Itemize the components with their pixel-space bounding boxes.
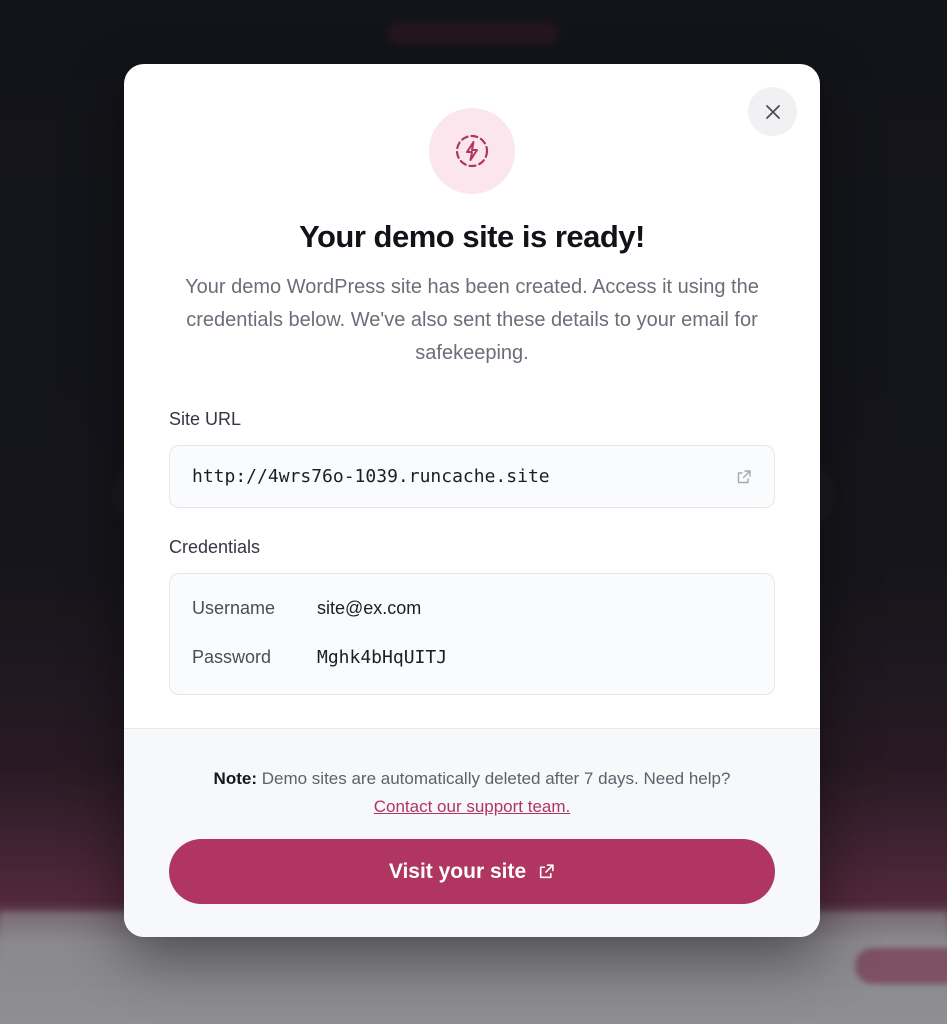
- site-url-value[interactable]: http://4wrs76o-1039.runcache.site: [192, 466, 550, 487]
- site-url-field[interactable]: http://4wrs76o-1039.runcache.site: [169, 445, 775, 508]
- site-url-label: Site URL: [169, 409, 242, 429]
- credentials-panel: Username site@ex.com Password Mghk4bHqUI…: [169, 573, 775, 695]
- lightning-icon: [455, 134, 489, 168]
- password-label: Password: [192, 647, 272, 667]
- note-text: Demo sites are automatically deleted aft…: [257, 769, 731, 788]
- dialog-description: Your demo WordPress site has been create…: [185, 276, 759, 364]
- credentials-label: Credentials: [169, 537, 261, 557]
- credential-row-username: Username site@ex.com: [192, 598, 421, 619]
- status-badge: [429, 108, 515, 194]
- note-prefix: Note:: [213, 769, 257, 788]
- visit-site-label: Visit your site: [388, 859, 527, 883]
- credential-row-password: Password Mghk4bHqUITJ: [192, 647, 447, 668]
- external-link-icon: [540, 864, 554, 879]
- close-button[interactable]: [748, 87, 797, 136]
- password-value[interactable]: Mghk4bHqUITJ: [317, 647, 447, 668]
- dialog-footer: Note: Demo sites are automatically delet…: [124, 728, 820, 937]
- visit-site-button[interactable]: Visit your site: [169, 839, 775, 904]
- external-link-icon[interactable]: [736, 469, 752, 485]
- contact-support-link[interactable]: Contact our support team.: [374, 797, 571, 816]
- demo-ready-dialog: Your demo site is ready! Your demo WordP…: [124, 64, 820, 937]
- username-value[interactable]: site@ex.com: [317, 598, 421, 619]
- dialog-title: Your demo site is ready!: [299, 219, 645, 254]
- retention-note: Note: Demo sites are automatically delet…: [144, 765, 800, 821]
- close-icon[interactable]: [765, 104, 781, 120]
- username-label: Username: [192, 598, 276, 618]
